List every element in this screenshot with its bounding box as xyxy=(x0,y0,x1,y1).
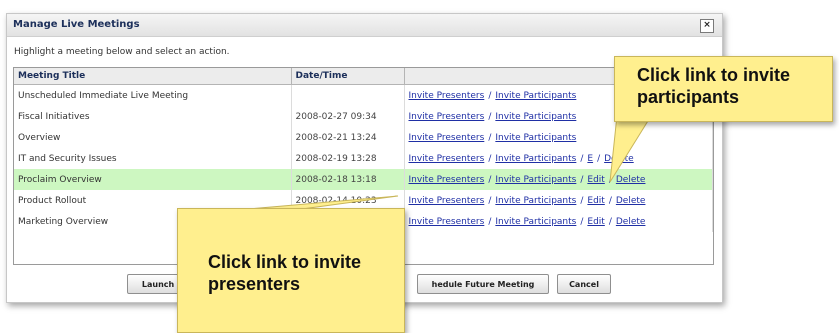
invite-presenters-link[interactable]: Invite Presenters xyxy=(409,217,485,227)
table-row-selected[interactable]: Proclaim Overview 2008-02-18 13:18 Invit… xyxy=(14,169,713,190)
meeting-title-cell: Overview xyxy=(14,127,292,148)
link-separator: / xyxy=(488,111,492,122)
invite-participants-link[interactable]: Invite Participants xyxy=(495,133,576,143)
link-separator: / xyxy=(488,90,492,101)
table-row[interactable]: Fiscal Initiatives 2008-02-27 09:34 Invi… xyxy=(14,106,713,127)
invite-presenters-link[interactable]: Invite Presenters xyxy=(409,91,485,101)
table-header-row: Meeting Title Date/Time xyxy=(14,68,713,85)
delete-link[interactable]: Delete xyxy=(616,217,646,227)
invite-presenters-link[interactable]: Invite Presenters xyxy=(409,175,485,185)
actions-cell: Invite Presenters / Invite Participants / Ed… xyxy=(404,190,713,211)
close-icon[interactable]: × xyxy=(700,19,714,33)
link-separator: / xyxy=(488,195,492,206)
actions-cell: Invite Presenters / Invite Participants xyxy=(404,127,713,148)
invite-participants-link[interactable]: Invite Participants xyxy=(495,91,576,101)
datetime-cell: 2008-02-27 09:34 xyxy=(291,106,405,127)
link-separator: / xyxy=(580,174,584,185)
edit-link[interactable]: Edit xyxy=(587,217,604,227)
link-separator: / xyxy=(488,132,492,143)
callout-participants-text: Click link to invite participants xyxy=(637,65,791,107)
actions-cell: Invite Presenters / Invite Participants / E /… xyxy=(404,148,713,169)
meeting-title-cell: IT and Security Issues xyxy=(14,148,292,169)
link-separator: / xyxy=(608,174,612,185)
invite-presenters-link[interactable]: Invite Presenters xyxy=(409,112,485,122)
delete-link[interactable]: Delete xyxy=(616,175,646,185)
datetime-cell: 2008-02-18 13:18 xyxy=(291,169,405,190)
actions-cell: Invite Presenters / Invite Participants / Ed… xyxy=(404,211,713,232)
invite-participants-link[interactable]: Invite Participants xyxy=(495,175,576,185)
invite-participants-link[interactable]: Invite Participants xyxy=(495,196,576,206)
table-row[interactable]: Overview 2008-02-21 13:24 Invite Present… xyxy=(14,127,713,148)
callout-presenters-text: Click link to invite presenters xyxy=(208,252,362,294)
link-separator: / xyxy=(580,195,584,206)
delete-link[interactable]: Delete xyxy=(604,154,634,164)
edit-link[interactable]: Edit xyxy=(587,175,604,185)
invite-presenters-link[interactable]: Invite Presenters xyxy=(409,133,485,143)
invite-presenters-link[interactable]: Invite Presenters xyxy=(409,196,485,206)
invite-participants-link[interactable]: Invite Participants xyxy=(495,217,576,227)
link-separator: / xyxy=(488,216,492,227)
datetime-cell xyxy=(291,84,405,106)
column-header-date-time[interactable]: Date/Time xyxy=(291,68,405,85)
invite-participants-callout: Click link to invite participants xyxy=(614,56,833,122)
datetime-cell: 2008-02-21 13:24 xyxy=(291,127,405,148)
delete-link[interactable]: Delete xyxy=(616,196,646,206)
cancel-button[interactable]: Cancel xyxy=(557,274,611,294)
invite-participants-link[interactable]: Invite Participants xyxy=(495,112,576,122)
link-separator: / xyxy=(608,195,612,206)
instruction-text: Highlight a meeting below and select an … xyxy=(14,47,230,57)
schedule-future-meeting-button[interactable]: hedule Future Meeting xyxy=(417,274,549,294)
invite-presenters-callout: Click link to invite presenters xyxy=(177,208,405,333)
table-row[interactable]: Unscheduled Immediate Live Meeting Invit… xyxy=(14,84,713,106)
meeting-title-cell: Proclaim Overview xyxy=(14,169,292,190)
invite-presenters-link[interactable]: Invite Presenters xyxy=(409,154,485,164)
datetime-cell: 2008-02-19 13:28 xyxy=(291,148,405,169)
dialog-title: Manage Live Meetings xyxy=(13,19,140,30)
link-separator: / xyxy=(608,216,612,227)
invite-participants-link[interactable]: Invite Participants xyxy=(495,154,576,164)
link-separator: / xyxy=(580,216,584,227)
link-separator: / xyxy=(488,174,492,185)
dialog-titlebar: Manage Live Meetings × xyxy=(7,14,722,37)
link-separator: / xyxy=(580,153,584,164)
actions-cell: Invite Presenters / Invite Participants / Ed… xyxy=(404,169,713,190)
link-separator: / xyxy=(597,153,601,164)
meeting-title-cell: Unscheduled Immediate Live Meeting xyxy=(14,84,292,106)
table-row[interactable]: IT and Security Issues 2008-02-19 13:28 … xyxy=(14,148,713,169)
edit-link[interactable]: Edit xyxy=(587,196,604,206)
link-separator: / xyxy=(488,153,492,164)
meeting-title-cell: Fiscal Initiatives xyxy=(14,106,292,127)
column-header-meeting-title[interactable]: Meeting Title xyxy=(14,68,292,85)
